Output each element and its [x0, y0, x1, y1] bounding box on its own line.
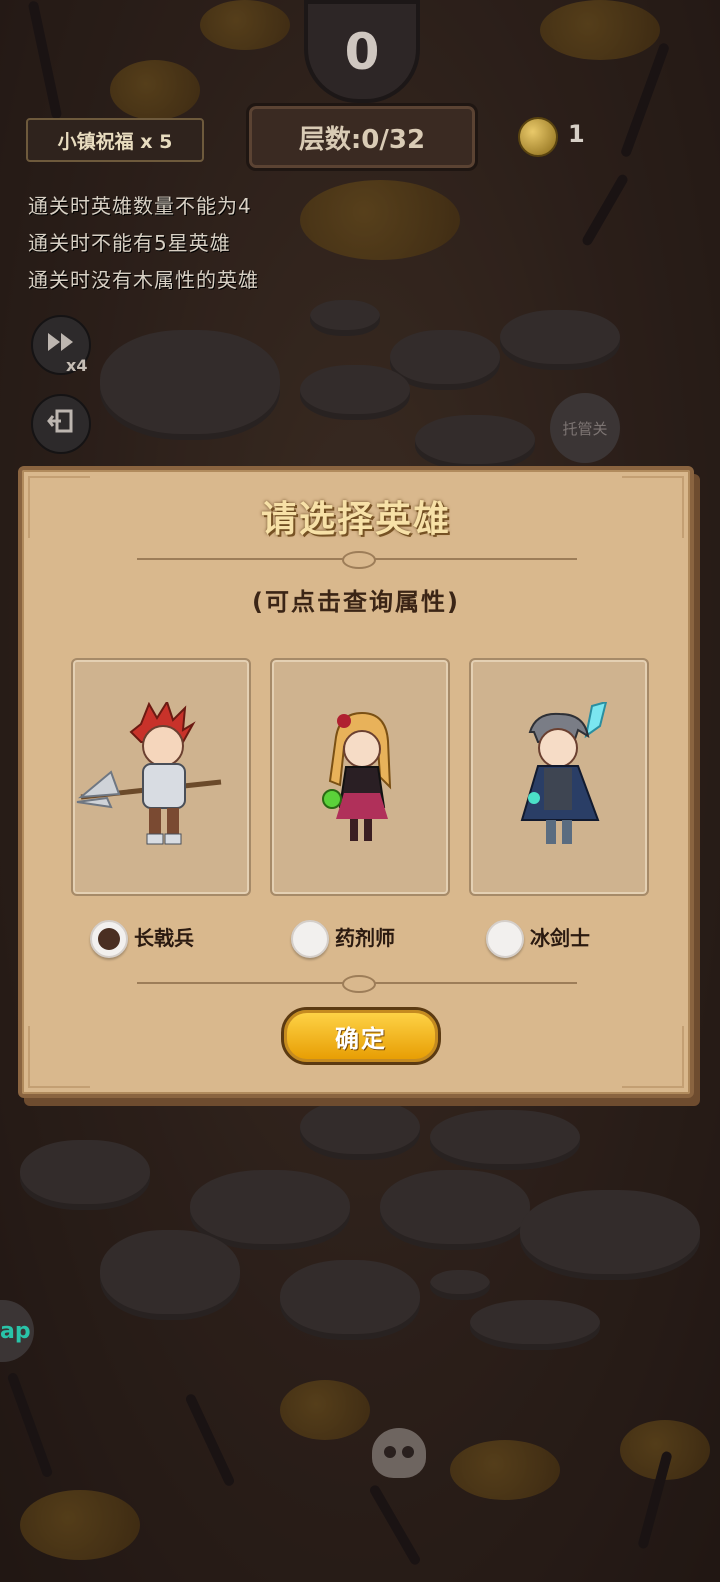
dialog-title: 请选择英雄 [260, 499, 451, 540]
option-label-alchemist[interactable]: 药剂师 [335, 922, 395, 951]
rule-line-1: 通关时英雄数量不能为4 [28, 194, 252, 218]
divider-ornament [342, 975, 376, 993]
speed-multiplier: x4 [66, 356, 88, 375]
town-blessing-badge[interactable]: 小镇祝福 x 5 [26, 118, 204, 162]
hero-card-halberdier[interactable] [71, 658, 251, 896]
coin-count: 1 [568, 120, 585, 148]
confirm-button[interactable]: 确定 [281, 1007, 441, 1065]
hero-card-alchemist[interactable] [270, 658, 450, 896]
corner-ornament [622, 1026, 684, 1088]
radio-alchemist[interactable] [291, 920, 329, 958]
coin-icon [518, 117, 558, 157]
corner-ornament [28, 1026, 90, 1088]
auto-battle-button[interactable]: 托管关 [550, 393, 620, 463]
halberdier-portrait [76, 702, 222, 845]
radio-halberdier[interactable] [90, 920, 128, 958]
radio-ice-swordsman[interactable] [486, 920, 524, 958]
score-display: 0 [304, 0, 420, 103]
dialog-subtitle: (可点击查询属性) [252, 588, 460, 616]
ice-swordsman-portrait [520, 702, 608, 844]
option-label-ice-swordsman[interactable]: 冰剑士 [530, 922, 590, 951]
rule-line-2: 通关时不能有5星英雄 [28, 231, 231, 255]
hero-card-ice-swordsman[interactable] [469, 658, 649, 896]
hero-select-dialog: 请选择英雄 (可点击查询属性) 长戟兵 药剂师 冰剑士 确定 [18, 466, 694, 1098]
divider-ornament [342, 551, 376, 569]
rule-line-3: 通关时没有木属性的英雄 [28, 268, 259, 292]
layer-counter: 层数:0/32 [246, 103, 478, 171]
fast-forward-icon [46, 331, 76, 359]
exit-icon [47, 408, 75, 440]
option-label-halberdier[interactable]: 长戟兵 [134, 922, 194, 951]
exit-button[interactable] [31, 394, 91, 454]
alchemist-portrait [322, 711, 392, 841]
